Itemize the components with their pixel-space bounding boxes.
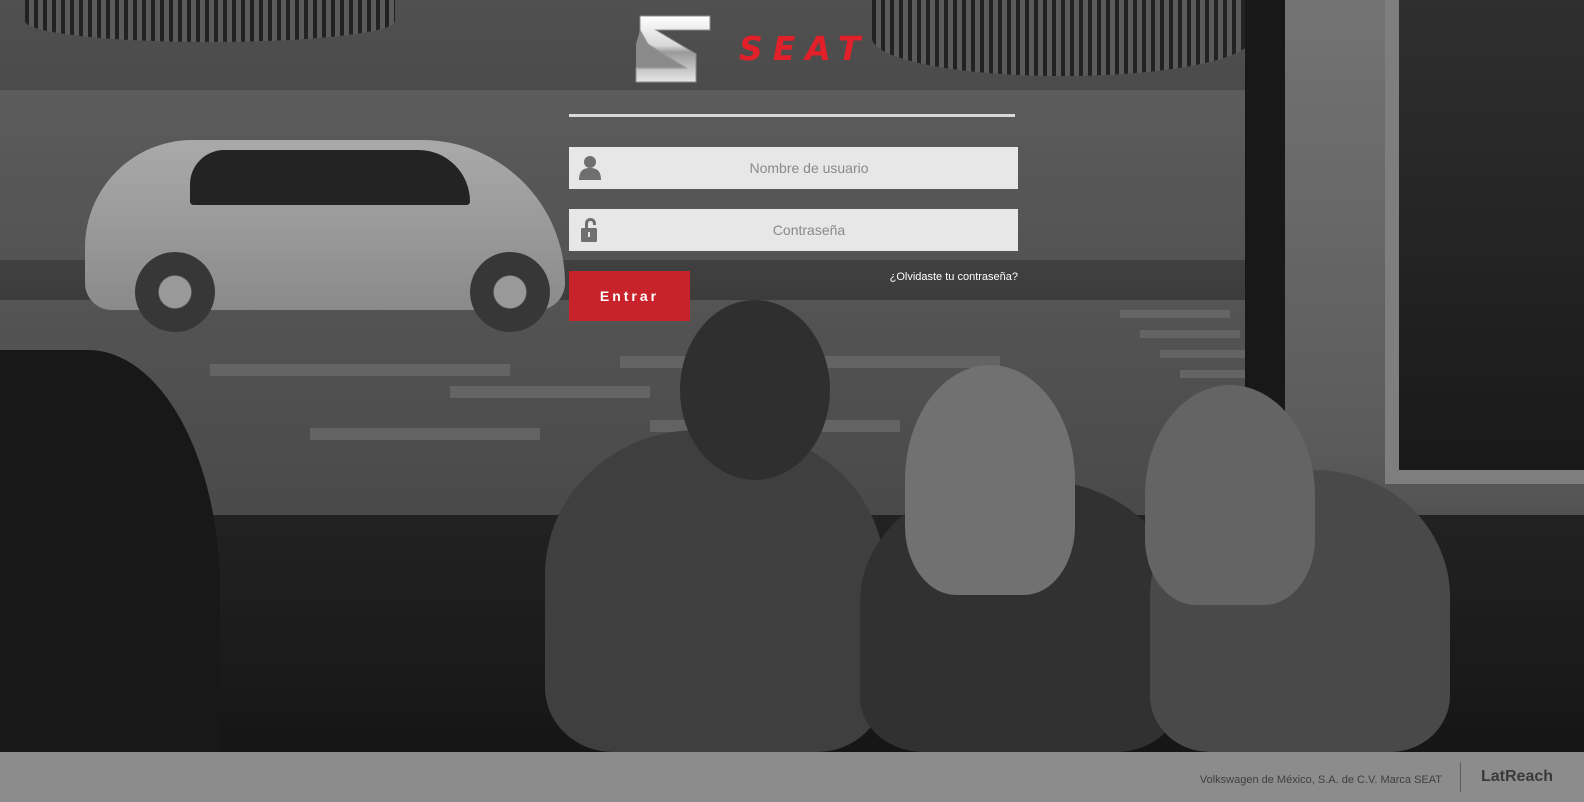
seat-wordmark: SEAT bbox=[739, 29, 871, 68]
latreach-logo: LatReach bbox=[1481, 768, 1554, 785]
footer-separator bbox=[1460, 762, 1461, 792]
username-input[interactable] bbox=[609, 147, 1009, 189]
username-field[interactable] bbox=[569, 147, 1018, 189]
password-field[interactable] bbox=[569, 209, 1018, 251]
forgot-password-link[interactable]: ¿Olvidaste tu contraseña? bbox=[880, 271, 1018, 283]
user-icon bbox=[579, 156, 601, 180]
password-input[interactable] bbox=[609, 209, 1009, 251]
footer: Volkswagen de México, S.A. de C.V. Marca… bbox=[0, 752, 1584, 802]
login-page: SEAT Entrar ¿Olvidaste tu contraseña? Vo… bbox=[0, 0, 1584, 802]
seat-s-logo-icon bbox=[635, 15, 711, 83]
login-button[interactable]: Entrar bbox=[569, 271, 690, 321]
footer-legal-text: Volkswagen de México, S.A. de C.V. Marca… bbox=[1199, 774, 1442, 786]
header-divider bbox=[569, 114, 1015, 117]
seat-logo: SEAT bbox=[634, 14, 940, 86]
unlock-icon bbox=[581, 218, 597, 242]
